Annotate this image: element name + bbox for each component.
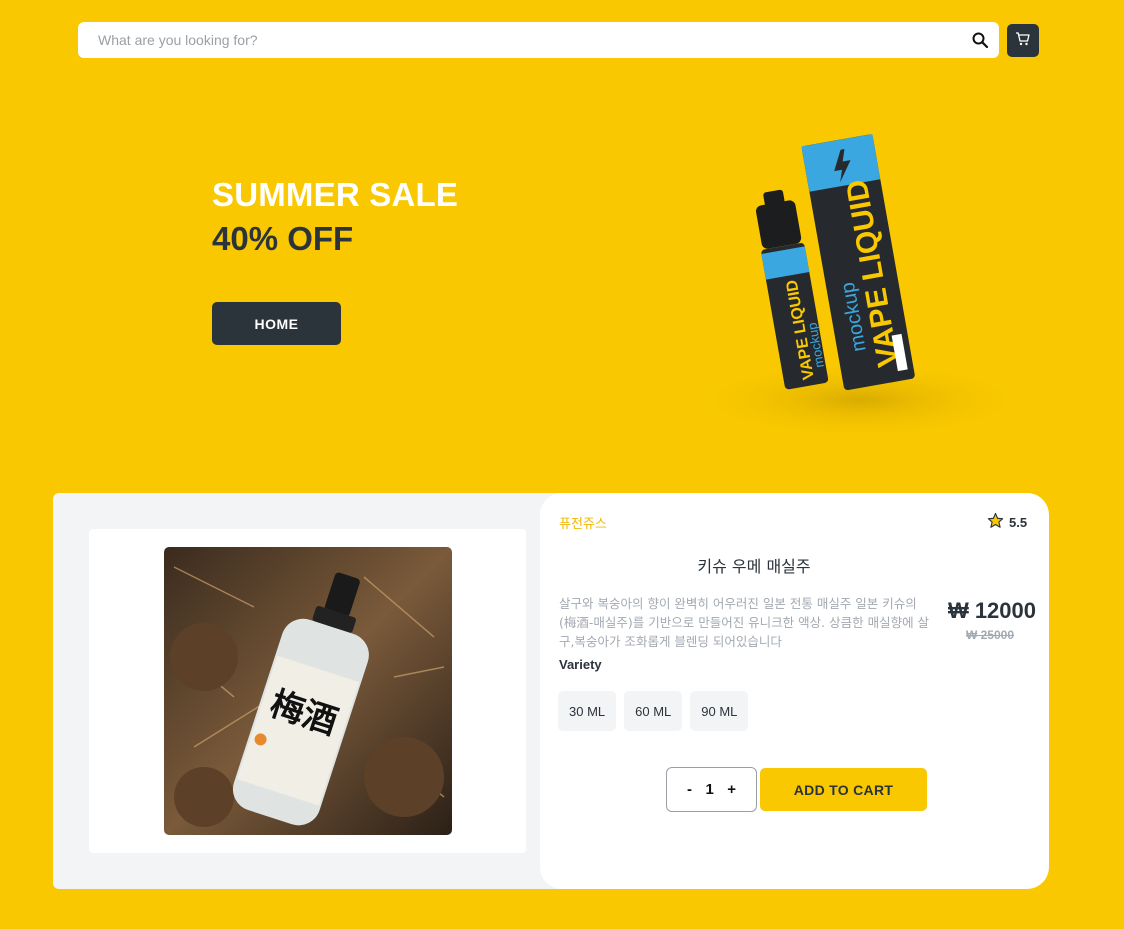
quantity-value: 1 xyxy=(705,781,714,798)
product-description: 살구와 복숭아의 향이 완벽히 어우러진 일본 전통 매실주 일본 키슈의 (梅… xyxy=(559,596,930,649)
variety-label: Variety xyxy=(559,657,602,672)
hero-subtitle: 40% OFF xyxy=(212,220,354,257)
variant-30ml-button[interactable]: 30 ML xyxy=(558,691,617,731)
product-price: ₩ 12000 xyxy=(947,598,1036,623)
product-image: 梅酒 xyxy=(164,547,452,835)
cart-icon xyxy=(1015,31,1031,51)
star-icon xyxy=(987,512,1004,532)
home-button[interactable]: HOME xyxy=(212,302,341,345)
hero-title: SUMMER SALE xyxy=(212,176,459,213)
rating-value: 5.5 xyxy=(1009,514,1028,530)
product-rating: 5.5 xyxy=(987,512,1027,532)
search-input[interactable] xyxy=(96,31,971,49)
product-name: 키슈 우메 매실주 xyxy=(697,557,811,576)
variant-options: 30 ML 60 ML 90 ML xyxy=(558,691,749,731)
product-old-price: ₩ 25000 xyxy=(965,628,1014,642)
product-brand: 퓨전쥬스 xyxy=(559,517,607,532)
add-to-cart-button[interactable]: ADD TO CART xyxy=(760,768,927,811)
search-icon[interactable] xyxy=(971,31,989,49)
search-bar xyxy=(78,22,999,58)
quantity-stepper: - 1 + xyxy=(666,767,757,812)
variant-90ml-button[interactable]: 90 ML xyxy=(690,691,749,731)
quantity-increase-button[interactable]: + xyxy=(727,781,736,798)
variant-60ml-button[interactable]: 60 ML xyxy=(624,691,683,731)
hero-product-image: VAPE LIQUID mockup VAPE LIQUID mockup xyxy=(690,133,1030,440)
quantity-decrease-button[interactable]: - xyxy=(687,781,692,798)
cart-button[interactable] xyxy=(1007,24,1039,57)
